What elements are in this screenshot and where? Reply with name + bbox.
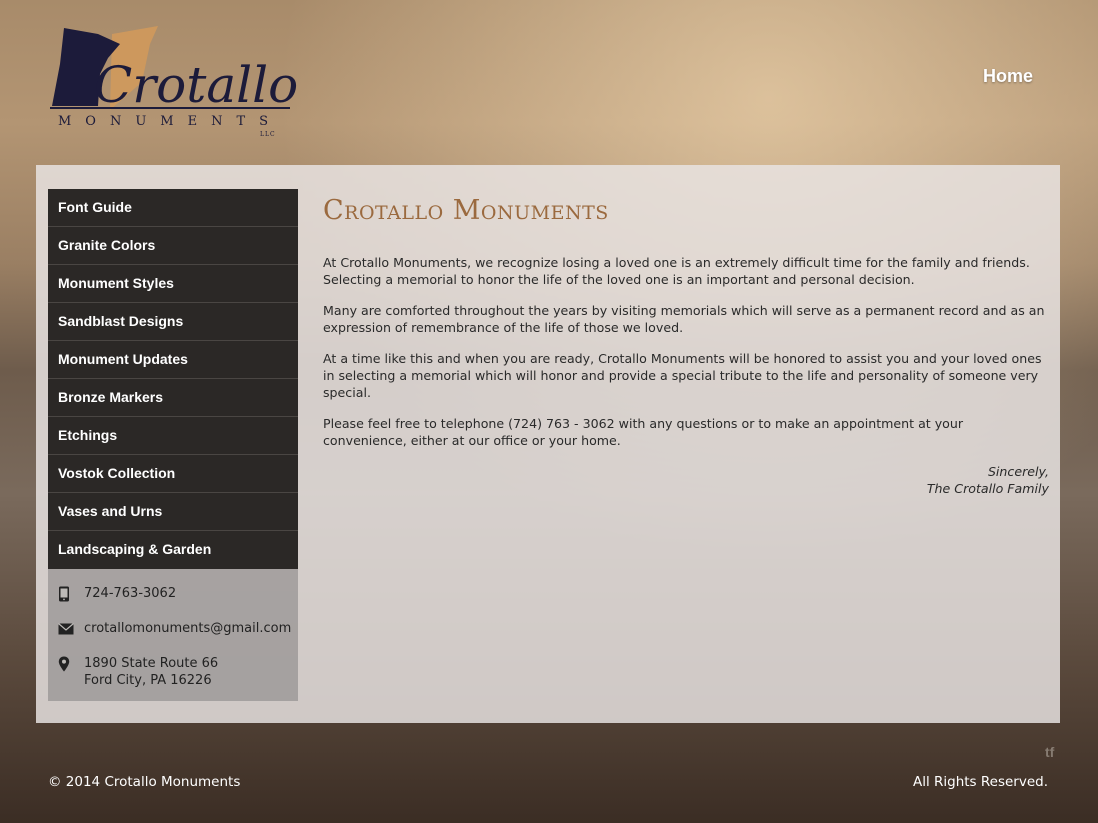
tf-badge[interactable]: tf: [1045, 744, 1054, 760]
signoff: Sincerely, The Crotallo Family: [323, 463, 1049, 497]
main-content: Crotallo Monuments At Crotallo Monuments…: [323, 195, 1049, 497]
map-pin-icon: [58, 655, 84, 672]
logo-llc: LLC: [260, 131, 276, 138]
contact-address: 1890 State Route 66 Ford City, PA 16226: [58, 655, 298, 689]
sidebar-item-monument-updates[interactable]: Monument Updates: [48, 341, 298, 379]
signoff-signature: The Crotallo Family: [926, 481, 1049, 496]
address-line-1: 1890 State Route 66: [84, 656, 219, 671]
sidebar-item-bronze-markers[interactable]: Bronze Markers: [48, 379, 298, 417]
sidebar-item-sandblast-designs[interactable]: Sandblast Designs: [48, 303, 298, 341]
crotallo-logo-graphic: Crotallo MONUMENTS LLC: [50, 26, 298, 138]
envelope-icon: [58, 620, 84, 635]
logo-subtitle: MONUMENTS: [58, 114, 282, 129]
sidebar-item-granite-colors[interactable]: Granite Colors: [48, 227, 298, 265]
contact-phone: 724-763-3062: [58, 585, 298, 602]
sidebar-item-vostok-collection[interactable]: Vostok Collection: [48, 455, 298, 493]
intro-paragraph: At Crotallo Monuments, we recognize losi…: [323, 255, 1030, 287]
contact-email: crotallomonuments@gmail.com: [58, 620, 298, 637]
page-title: Crotallo Monuments: [323, 195, 609, 226]
sidebar-item-etchings[interactable]: Etchings: [48, 417, 298, 455]
contact-address-text: 1890 State Route 66 Ford City, PA 16226: [84, 655, 218, 689]
signoff-greeting: Sincerely,: [987, 464, 1049, 479]
contact-box: 724-763-3062 crotallomonuments@gmail.com…: [48, 569, 298, 701]
contact-email-text[interactable]: crotallomonuments@gmail.com: [84, 620, 291, 637]
logo[interactable]: Crotallo MONUMENTS LLC: [50, 24, 300, 139]
footer-rights: All Rights Reserved.: [912, 774, 1048, 790]
assist-paragraph: At a time like this and when you are rea…: [323, 351, 1042, 400]
sidebar-item-vases-and-urns[interactable]: Vases and Urns: [48, 493, 298, 531]
contact-phone-text[interactable]: 724-763-3062: [84, 585, 176, 602]
main-panel: Font Guide Granite Colors Monument Style…: [36, 165, 1060, 723]
sidebar-item-landscaping-garden[interactable]: Landscaping & Garden: [48, 531, 298, 569]
phone-icon: [58, 585, 84, 602]
contact-paragraph: Please feel free to telephone (724) 763 …: [323, 416, 964, 448]
sidebar: Font Guide Granite Colors Monument Style…: [48, 189, 298, 701]
sidebar-item-monument-styles[interactable]: Monument Styles: [48, 265, 298, 303]
nav-home-link[interactable]: Home: [983, 66, 1033, 87]
address-line-2: Ford City, PA 16226: [84, 673, 212, 688]
sidebar-item-font-guide[interactable]: Font Guide: [48, 189, 298, 227]
logo-wordmark: Crotallo: [94, 56, 298, 114]
footer-copyright: © 2014 Crotallo Monuments: [48, 774, 241, 790]
comfort-paragraph: Many are comforted throughout the years …: [323, 303, 1045, 335]
